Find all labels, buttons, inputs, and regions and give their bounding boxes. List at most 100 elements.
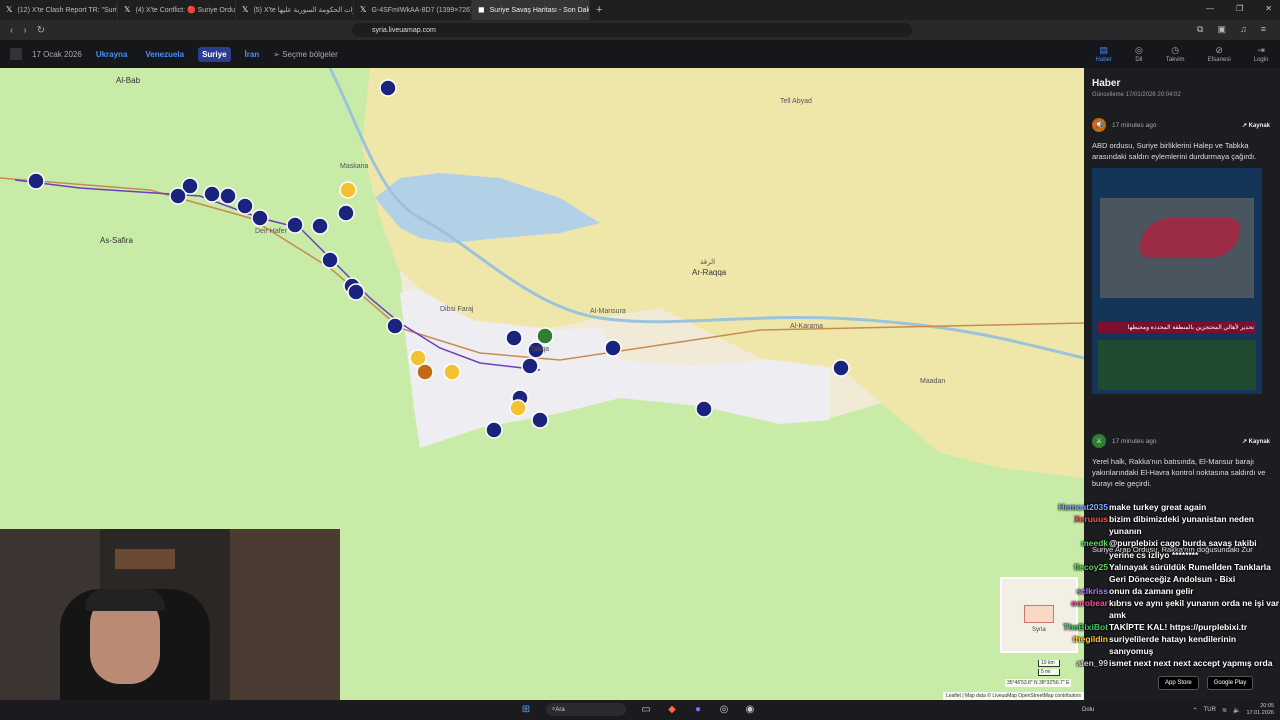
- source-link[interactable]: ↗ Kaynak: [1242, 122, 1270, 129]
- obs-icon[interactable]: ◉: [744, 704, 756, 716]
- event-marker-icon[interactable]: [443, 363, 461, 381]
- chat-username[interactable]: sclkriss: [1076, 585, 1108, 597]
- region-ukrayna[interactable]: Ukrayna: [92, 47, 132, 62]
- browser-tab[interactable]: 𝕏(4) X'te Conflict: 🔴 Suriye Ordusu✕: [118, 0, 236, 20]
- browser-tab[interactable]: 𝕏(5) X'te قوات الحكومة السورية عليها✕: [236, 0, 354, 20]
- event-marker-icon[interactable]: [251, 209, 269, 227]
- chat-username[interactable]: TheBixiBot: [1063, 621, 1108, 633]
- source-link[interactable]: ↗ Kaynak: [1242, 438, 1270, 445]
- reload-icon[interactable]: ↻: [37, 25, 45, 36]
- news-item[interactable]: ⚔ 17 minutes ago ↗ Kaynak Yerel halk, Ra…: [1092, 434, 1270, 489]
- chat-username[interactable]: flecoy25: [1074, 561, 1108, 573]
- clock-date: 17.01.2026: [1246, 710, 1274, 716]
- chat-username[interactable]: ourobear: [1071, 597, 1108, 609]
- nav-dil[interactable]: ◎ Dil: [1135, 45, 1143, 63]
- chat-message: flecoy25 Yalınayak sürüldük Rumelİden Tan…: [1040, 561, 1280, 585]
- discord-icon[interactable]: ●: [692, 704, 704, 716]
- wifi-icon[interactable]: ≋: [1222, 707, 1227, 714]
- browser-tab[interactable]: 𝕏(12) X'te Clash Report TR: "Suriye ord✕: [0, 0, 118, 20]
- chat-text: suriyelilerde hatayı kendilerinin sanıyo…: [1109, 634, 1237, 656]
- event-marker-icon[interactable]: [339, 181, 357, 199]
- event-marker-icon[interactable]: [321, 251, 339, 269]
- maximize-icon[interactable]: ❐: [1236, 4, 1243, 13]
- menu-icon[interactable]: ≡: [1261, 24, 1266, 35]
- event-marker-icon[interactable]: [203, 185, 221, 203]
- login-icon: ⇥: [1257, 45, 1265, 55]
- event-marker-icon[interactable]: [604, 339, 622, 357]
- chat-username[interactable]: Xeruuus: [1074, 513, 1108, 525]
- event-marker-icon[interactable]: [485, 421, 503, 439]
- chevron-up-icon[interactable]: ⌃: [1193, 707, 1198, 714]
- brave-browser-icon[interactable]: ◆: [666, 704, 678, 716]
- browser-tab-strip: 𝕏 (12) X'te Clash Report TR: "Suriye ord ✕…: [0, 0, 1280, 20]
- map-attribution[interactable]: Leaflet | Map data © LiveuaMap OpenStree…: [942, 692, 1084, 700]
- event-marker-icon[interactable]: [337, 204, 355, 222]
- nav-login[interactable]: ⇥ Login: [1254, 45, 1269, 63]
- clock[interactable]: 20:05 17.01.2026: [1246, 703, 1274, 717]
- event-marker-icon[interactable]: [521, 357, 539, 375]
- event-marker-icon[interactable]: [311, 217, 329, 235]
- news-item[interactable]: 📢 17 minutes ago ↗ Kaynak ABD ordusu, Su…: [1092, 118, 1270, 394]
- nav-efsanesi[interactable]: ⊘ Efsanesi: [1208, 45, 1231, 63]
- extensions-icon[interactable]: ⧉: [1197, 24, 1203, 35]
- event-marker-icon[interactable]: [386, 317, 404, 335]
- chat-username[interactable]: Hemcat2035: [1058, 501, 1108, 513]
- steam-icon[interactable]: ◎: [718, 704, 730, 716]
- chat-text: TAKİPTE KAL! https://purplebixi.tr: [1109, 622, 1248, 632]
- language-icon: ◎: [1134, 45, 1143, 55]
- event-marker-icon[interactable]: [236, 197, 254, 215]
- event-marker-icon[interactable]: [169, 187, 187, 205]
- chat-text: make turkey great again: [1109, 502, 1207, 512]
- music-icon[interactable]: ♫: [1240, 24, 1247, 35]
- nav-haber[interactable]: ▤ Haber: [1096, 45, 1112, 63]
- event-marker-icon[interactable]: [416, 363, 434, 381]
- google-play-badge[interactable]: Google Play: [1206, 676, 1254, 690]
- region-venezuela[interactable]: Venezuela: [141, 47, 188, 62]
- language-indicator[interactable]: TUR: [1204, 707, 1216, 713]
- nav-takvim[interactable]: ◷ Takvim: [1166, 45, 1185, 63]
- weather-widget[interactable]: Dolu: [1082, 707, 1094, 713]
- event-marker-icon[interactable]: [27, 172, 45, 190]
- nav-efsanesi-label: Efsanesi: [1207, 57, 1231, 63]
- chat-message: meedk @purplebixi cago burda savaş takibi…: [1040, 537, 1280, 561]
- back-icon[interactable]: ‹: [10, 25, 13, 36]
- select-regions-button[interactable]: ➢ Seçme bölgeler: [273, 50, 338, 59]
- region-suriye[interactable]: Suriye: [198, 46, 231, 62]
- current-date[interactable]: 17 Ocak 2026: [32, 50, 82, 59]
- minimize-icon[interactable]: —: [1206, 4, 1214, 13]
- taskbar-search[interactable]: ⌕ Ara: [546, 703, 626, 716]
- browser-tab[interactable]: 𝕏G-4SFmIWkAA-8D7 (1399×726)✕: [354, 0, 472, 20]
- event-marker-icon[interactable]: [505, 329, 523, 347]
- event-marker-icon[interactable]: [695, 400, 713, 418]
- news-time: 17 minutes ago: [1112, 437, 1157, 445]
- event-marker-icon[interactable]: [219, 187, 237, 205]
- liveuamap-logo[interactable]: [10, 48, 22, 60]
- nav-haber-label: Haber: [1095, 57, 1112, 63]
- event-marker-icon[interactable]: [286, 216, 304, 234]
- region-iran[interactable]: İran: [241, 47, 264, 62]
- event-marker-icon[interactable]: [347, 283, 365, 301]
- event-marker-icon[interactable]: [379, 79, 397, 97]
- chat-username[interactable]: aten_99: [1076, 657, 1108, 669]
- event-marker-icon[interactable]: [536, 327, 554, 345]
- forward-icon[interactable]: ›: [23, 25, 26, 36]
- chat-text: ismet next next next accept yapmış orda: [1109, 658, 1273, 668]
- chat-username[interactable]: thegildin: [1073, 633, 1108, 645]
- windows-start-icon[interactable]: ⊞: [520, 704, 532, 716]
- wallet-icon[interactable]: ▣: [1217, 24, 1226, 35]
- chat-username[interactable]: meedk: [1081, 537, 1108, 549]
- browser-tab[interactable]: ◼Suriye Savaş Haritası - Son Dakik✕: [472, 0, 590, 20]
- url-field[interactable]: syria.liveuamap.com: [352, 23, 912, 37]
- nav-login-label: Login: [1253, 57, 1269, 63]
- chat-text: Yalınayak sürüldük Rumelİden Tanklarla G…: [1109, 562, 1271, 584]
- event-marker-icon[interactable]: [832, 359, 850, 377]
- file-explorer-icon[interactable]: ▭: [640, 704, 652, 716]
- event-marker-icon[interactable]: [509, 399, 527, 417]
- app-store-badge[interactable]: App Store: [1158, 676, 1199, 690]
- news-image[interactable]: تحذير لأهالي المحتجزين بالمنطقة المحددة …: [1092, 168, 1262, 394]
- close-window-icon[interactable]: ✕: [1265, 4, 1272, 13]
- event-marker-icon[interactable]: [531, 411, 549, 429]
- taskbar: Dolu ⊞ ⌕ Ara ▭ ◆ ● ◎ ◉ ⌃ TUR ≋ 🔈 20:05 1…: [0, 700, 1280, 720]
- volume-icon[interactable]: 🔈: [1233, 707, 1240, 714]
- new-tab-icon[interactable]: +: [596, 4, 602, 16]
